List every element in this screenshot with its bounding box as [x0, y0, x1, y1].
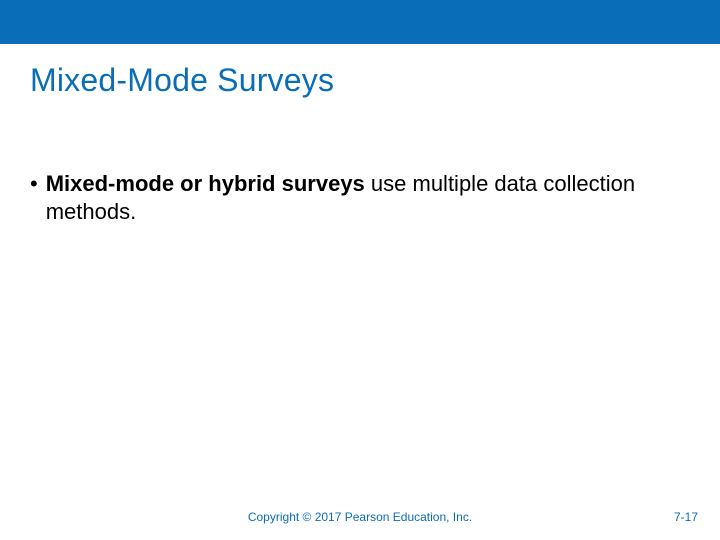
slide: Mixed-Mode Surveys • Mixed-mode or hybri… — [0, 0, 720, 540]
content-body: • Mixed-mode or hybrid surveys use multi… — [30, 170, 680, 226]
copyright-text: Copyright © 2017 Pearson Education, Inc. — [0, 510, 720, 524]
page-number: 7-17 — [674, 510, 698, 524]
bullet-marker: • — [30, 170, 38, 198]
bullet-bold: Mixed-mode or hybrid surveys — [46, 171, 365, 196]
bullet-text: Mixed-mode or hybrid surveys use multipl… — [46, 170, 680, 226]
bullet-item: • Mixed-mode or hybrid surveys use multi… — [30, 170, 680, 226]
header-bar — [0, 0, 720, 44]
slide-title: Mixed-Mode Surveys — [30, 62, 334, 99]
